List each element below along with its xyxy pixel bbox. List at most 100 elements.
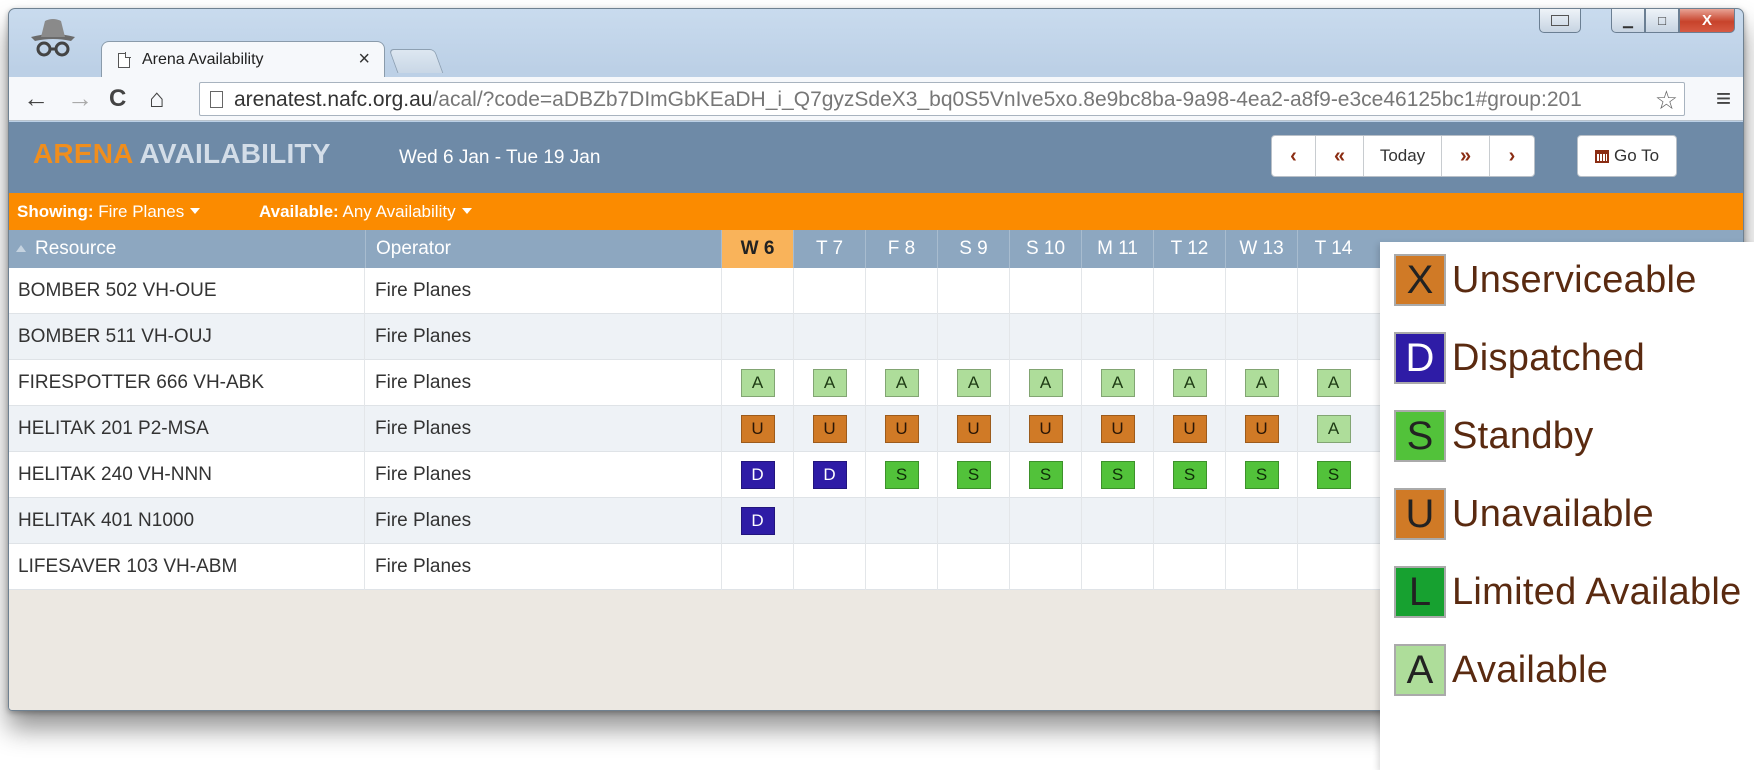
status-badge[interactable]: S — [956, 461, 991, 489]
day-cell[interactable]: U — [1009, 406, 1081, 452]
day-cell[interactable] — [793, 268, 865, 314]
day-cell[interactable]: A — [1297, 360, 1369, 406]
tab-arena-availability[interactable]: Arena Availability × — [101, 41, 385, 77]
day-cell[interactable] — [1153, 314, 1225, 360]
day-cell[interactable] — [1153, 498, 1225, 544]
status-badge[interactable]: U — [1172, 415, 1207, 443]
day-cell[interactable] — [1009, 544, 1081, 590]
day-cell[interactable]: A — [721, 360, 793, 406]
day-cell[interactable] — [1153, 544, 1225, 590]
day-cell[interactable] — [1153, 268, 1225, 314]
day-cell[interactable] — [1009, 314, 1081, 360]
day-cell[interactable] — [1081, 498, 1153, 544]
day-cell[interactable] — [1009, 268, 1081, 314]
status-badge[interactable]: U — [884, 415, 919, 443]
status-badge[interactable]: A — [1316, 415, 1351, 443]
day-cell[interactable]: U — [865, 406, 937, 452]
day-cell[interactable] — [721, 544, 793, 590]
day-cell[interactable] — [1081, 314, 1153, 360]
day-cell[interactable] — [793, 498, 865, 544]
star-icon[interactable]: ☆ — [1655, 85, 1678, 116]
day-cell[interactable] — [937, 314, 1009, 360]
status-badge[interactable]: A — [1244, 369, 1279, 397]
day-cell[interactable]: A — [1153, 360, 1225, 406]
back-icon[interactable]: ← — [23, 83, 49, 114]
column-header-day[interactable]: T 12 — [1153, 230, 1225, 268]
day-cell[interactable] — [865, 498, 937, 544]
maximize-button[interactable]: □ — [1645, 9, 1679, 33]
day-cell[interactable]: U — [1225, 406, 1297, 452]
day-cell[interactable]: A — [1225, 360, 1297, 406]
status-badge[interactable]: S — [1028, 461, 1063, 489]
status-badge[interactable]: A — [812, 369, 847, 397]
day-cell[interactable]: U — [937, 406, 1009, 452]
day-cell[interactable] — [1225, 544, 1297, 590]
next-fast-button[interactable]: » — [1442, 136, 1490, 176]
column-header-day[interactable]: S 10 — [1009, 230, 1081, 268]
day-cell[interactable]: S — [1153, 452, 1225, 498]
status-badge[interactable]: A — [884, 369, 919, 397]
day-cell[interactable]: D — [721, 452, 793, 498]
close-window-button[interactable]: X — [1679, 9, 1735, 33]
day-cell[interactable] — [1009, 498, 1081, 544]
column-header-day[interactable]: W 6 — [721, 230, 793, 268]
day-cell[interactable] — [1081, 544, 1153, 590]
day-cell[interactable]: A — [1009, 360, 1081, 406]
day-cell[interactable] — [1225, 268, 1297, 314]
status-badge[interactable]: S — [1172, 461, 1207, 489]
day-cell[interactable]: A — [1081, 360, 1153, 406]
tab-close-icon[interactable]: × — [358, 48, 370, 71]
day-cell[interactable] — [1297, 498, 1369, 544]
day-cell[interactable]: A — [1297, 406, 1369, 452]
column-header-day[interactable]: M 11 — [1081, 230, 1153, 268]
day-cell[interactable]: U — [721, 406, 793, 452]
status-badge[interactable]: A — [1316, 369, 1351, 397]
day-cell[interactable]: D — [721, 498, 793, 544]
day-cell[interactable] — [721, 314, 793, 360]
day-cell[interactable] — [865, 544, 937, 590]
column-header-operator[interactable]: Operator — [365, 230, 721, 268]
day-cell[interactable] — [937, 498, 1009, 544]
status-badge[interactable]: S — [884, 461, 919, 489]
forward-icon[interactable]: → — [67, 83, 93, 114]
status-badge[interactable]: S — [1100, 461, 1135, 489]
status-badge[interactable]: D — [740, 461, 775, 489]
day-cell[interactable] — [1081, 268, 1153, 314]
day-cell[interactable]: U — [1153, 406, 1225, 452]
day-cell[interactable] — [1225, 498, 1297, 544]
column-header-day[interactable]: T 14 — [1297, 230, 1369, 268]
home-icon[interactable]: ⌂ — [149, 83, 165, 114]
status-badge[interactable]: U — [812, 415, 847, 443]
new-tab-button[interactable] — [388, 49, 444, 73]
day-cell[interactable]: U — [793, 406, 865, 452]
day-cell[interactable] — [793, 314, 865, 360]
day-cell[interactable] — [1225, 314, 1297, 360]
day-cell[interactable] — [865, 268, 937, 314]
column-header-day[interactable]: T 7 — [793, 230, 865, 268]
day-cell[interactable] — [865, 314, 937, 360]
status-badge[interactable]: A — [1100, 369, 1135, 397]
day-cell[interactable]: S — [1009, 452, 1081, 498]
column-header-day[interactable]: W 13 — [1225, 230, 1297, 268]
day-cell[interactable]: A — [937, 360, 1009, 406]
status-badge[interactable]: U — [740, 415, 775, 443]
availability-filter[interactable]: Available: Any Availability — [259, 202, 472, 222]
status-badge[interactable]: S — [1244, 461, 1279, 489]
status-badge[interactable]: D — [740, 507, 775, 535]
address-bar[interactable]: arenatest.nafc.org.au/acal/?code=aDBZb7D… — [199, 82, 1685, 116]
status-badge[interactable]: A — [1028, 369, 1063, 397]
day-cell[interactable]: S — [937, 452, 1009, 498]
status-badge[interactable]: U — [1028, 415, 1063, 443]
column-header-resource[interactable]: Resource — [9, 230, 365, 268]
day-cell[interactable]: S — [1081, 452, 1153, 498]
minimize-button[interactable]: ▁ — [1611, 9, 1645, 33]
day-cell[interactable]: A — [793, 360, 865, 406]
day-cell[interactable] — [1297, 314, 1369, 360]
today-button[interactable]: Today — [1364, 136, 1442, 176]
day-cell[interactable]: S — [1297, 452, 1369, 498]
day-cell[interactable] — [937, 544, 1009, 590]
day-cell[interactable]: S — [865, 452, 937, 498]
column-header-day[interactable]: S 9 — [937, 230, 1009, 268]
day-cell[interactable] — [721, 268, 793, 314]
goto-button[interactable]: Go To — [1577, 135, 1677, 177]
